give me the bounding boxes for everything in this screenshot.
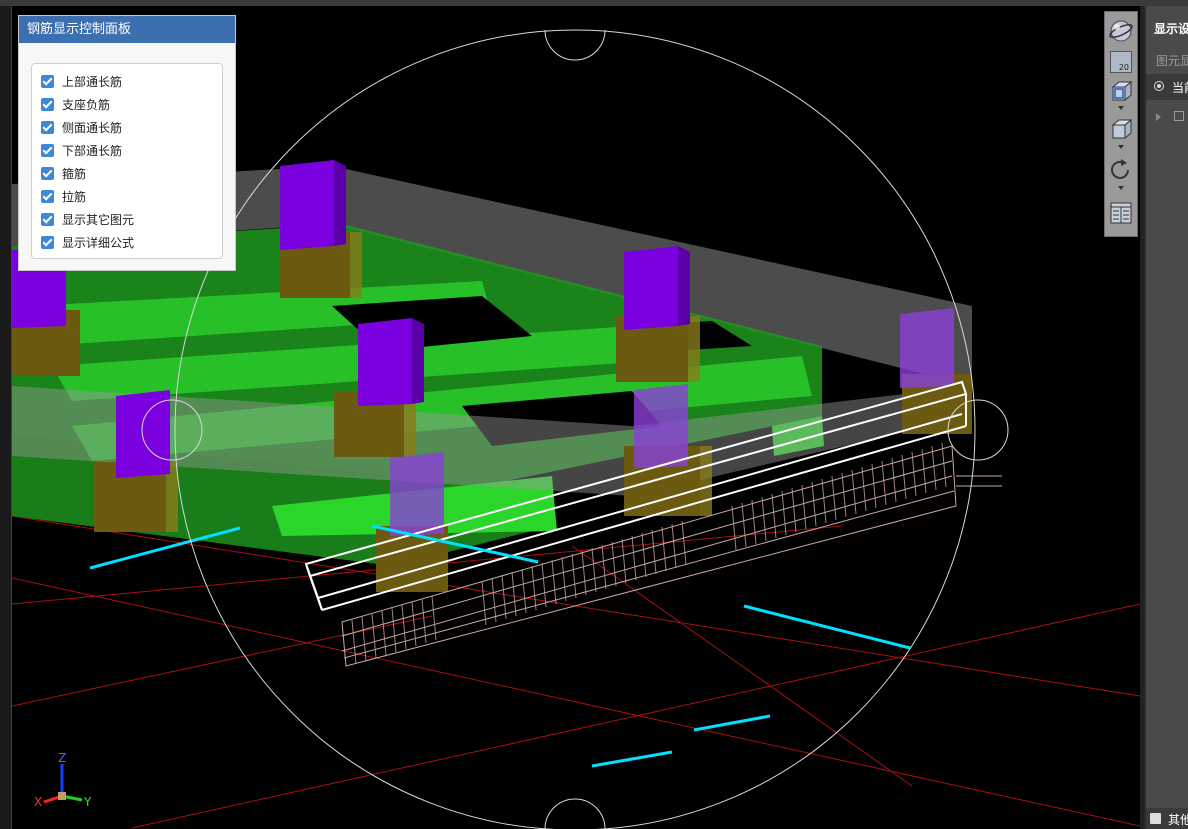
left-sidebar-collapsed[interactable] — [0, 6, 12, 829]
radio-button[interactable] — [1154, 81, 1164, 91]
option-label: 拉筋 — [62, 190, 87, 204]
dropdown-arrow-icon[interactable] — [1118, 145, 1124, 149]
orbit-sphere-icon[interactable] — [1108, 16, 1134, 46]
option-bottom-continuous-rebar[interactable]: 下部通长筋 — [32, 139, 222, 162]
option-label: 上部通长筋 — [62, 75, 123, 89]
rebar-options-list: 上部通长筋 支座负筋 侧面通长筋 下部通长筋 箍筋 拉筋 显示其它图元 显示详细… — [31, 63, 223, 259]
view-cube-iso-icon[interactable] — [1108, 116, 1134, 142]
view-toolbar: 20 — [1104, 11, 1138, 237]
option-show-detailed-formula[interactable]: 显示详细公式 — [32, 231, 222, 254]
rotate-icon[interactable] — [1108, 156, 1134, 184]
checkbox[interactable] — [41, 144, 54, 157]
panel-title[interactable]: 钢筋显示控制面板 — [19, 16, 235, 43]
checkbox[interactable] — [41, 75, 54, 88]
app-window: Z X Y 钢筋显示控制面板 上部通长筋 支座负筋 侧面通长筋 下部通长筋 箍筋… — [0, 0, 1188, 829]
dimension-marks — [89, 524, 911, 768]
checkbox[interactable] — [1174, 111, 1184, 121]
checkbox[interactable] — [1150, 813, 1161, 824]
option-show-other-elements[interactable]: 显示其它图元 — [32, 208, 222, 231]
option-label: 箍筋 — [62, 167, 87, 181]
other-option-label: 其他 — [1168, 813, 1188, 827]
option-label: 侧面通长筋 — [62, 121, 123, 135]
option-stirrups[interactable]: 箍筋 — [32, 162, 222, 185]
checkbox[interactable] — [41, 190, 54, 203]
radio-label: 当前 — [1172, 81, 1188, 95]
current-floor-radio-row[interactable]: 当前 — [1146, 74, 1188, 100]
rebar-display-control-panel: 钢筋显示控制面板 上部通长筋 支座负筋 侧面通长筋 下部通长筋 箍筋 拉筋 显示… — [18, 15, 236, 271]
axis-y-label: Y — [83, 795, 92, 809]
option-label: 显示其它图元 — [62, 213, 135, 227]
option-label: 下部通长筋 — [62, 144, 123, 158]
option-side-continuous-rebar[interactable]: 侧面通长筋 — [32, 116, 222, 139]
dropdown-arrow-icon[interactable] — [1118, 106, 1124, 110]
axis-x-label: X — [34, 795, 42, 809]
option-support-negative-rebar[interactable]: 支座负筋 — [32, 93, 222, 116]
option-tie-bars[interactable]: 拉筋 — [32, 185, 222, 208]
tree-item[interactable] — [1146, 106, 1188, 128]
axis-triad: Z X Y — [34, 751, 92, 809]
dropdown-arrow-icon[interactable] — [1118, 186, 1124, 190]
zoom-level: 20 — [1118, 63, 1129, 72]
option-label: 支座负筋 — [62, 98, 111, 112]
checkbox[interactable] — [41, 213, 54, 226]
zoom-box-icon[interactable]: 20 — [1108, 50, 1134, 74]
checkbox[interactable] — [41, 98, 54, 111]
expand-arrow-icon[interactable] — [1156, 113, 1161, 121]
checkbox[interactable] — [41, 167, 54, 180]
checkbox[interactable] — [41, 236, 54, 249]
option-top-continuous-rebar[interactable]: 上部通长筋 — [32, 70, 222, 93]
view-cube-front-icon[interactable] — [1108, 78, 1134, 104]
other-option-row[interactable]: 其他 — [1146, 808, 1188, 829]
display-panel-title: 显示设 — [1154, 22, 1188, 36]
display-settings-panel: 显示设 图元显 当前 其他 — [1144, 6, 1188, 829]
axis-grid-lines — [12, 515, 1140, 829]
display-panel-subtitle: 图元显 — [1156, 54, 1188, 68]
checkbox[interactable] — [41, 121, 54, 134]
axis-z-label: Z — [58, 751, 66, 765]
option-label: 显示详细公式 — [62, 236, 135, 250]
settings-grid-icon[interactable] — [1108, 198, 1134, 228]
